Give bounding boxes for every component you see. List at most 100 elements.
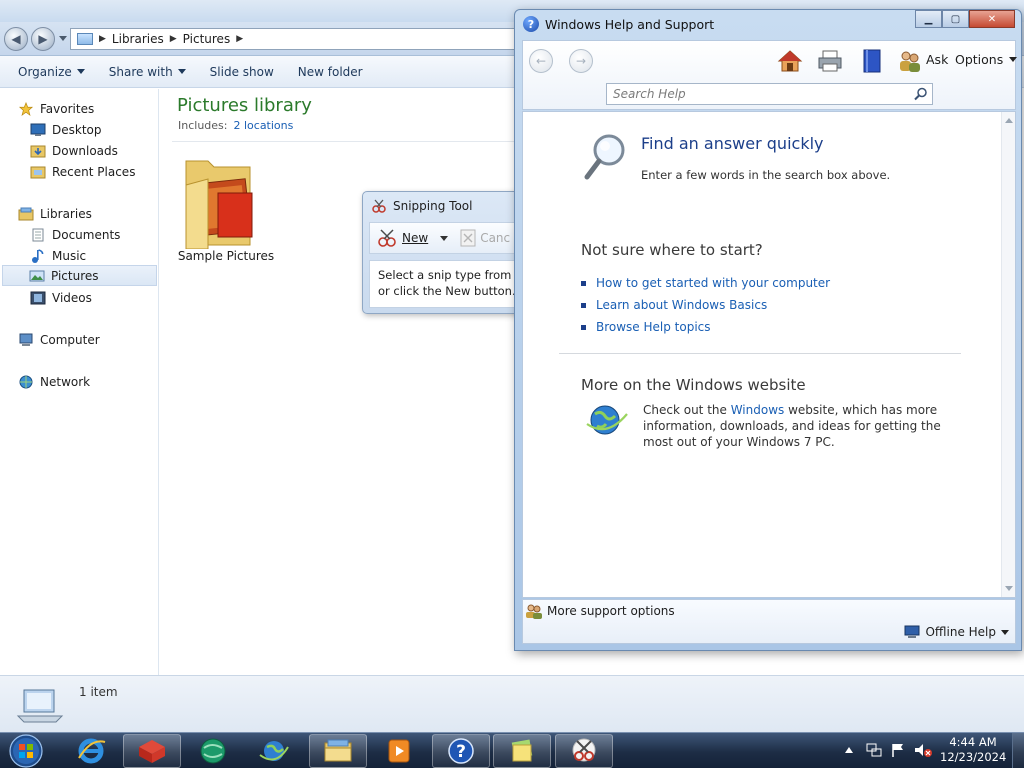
cancel-snip-button[interactable]: Canc [460, 228, 510, 248]
forward-arrow-icon: ▶ [38, 32, 48, 46]
browse-help-book-icon[interactable] [859, 48, 885, 74]
taskbar-network-globe[interactable] [245, 734, 303, 768]
nav-documents[interactable]: Documents [30, 224, 158, 245]
back-button[interactable]: ◀ [4, 27, 28, 51]
minimize-button[interactable]: ▁ [915, 10, 942, 28]
pictures-icon [29, 270, 45, 281]
windows-basics-link[interactable]: Learn about Windows Basics [596, 298, 767, 312]
share-with-label: Share with [108, 64, 173, 79]
nav-libraries[interactable]: Libraries [18, 203, 158, 224]
scroll-down-icon[interactable] [1005, 586, 1013, 591]
start-button[interactable] [6, 733, 46, 768]
cancel-icon [460, 229, 476, 247]
volume-muted-icon[interactable] [914, 742, 932, 758]
divider [559, 353, 961, 354]
caption-buttons: ▁ ▢ ✕ [915, 10, 1015, 28]
item-count: 1 item [79, 685, 118, 699]
list-item[interactable]: Learn about Windows Basics [581, 294, 830, 316]
caret-down-icon [76, 69, 85, 74]
help-titlebar[interactable]: ? Windows Help and Support [523, 16, 714, 32]
system-clock[interactable]: 4:44 AM 12/23/2024 [940, 735, 1006, 765]
website-description: Check out the Windows website, which has… [643, 402, 953, 450]
nav-music[interactable]: Music [30, 245, 158, 266]
share-with-button[interactable]: Share with [101, 60, 194, 84]
forward-button[interactable]: ▶ [31, 27, 55, 51]
vertical-scrollbar[interactable] [1001, 112, 1015, 597]
nav-pictures-label: Pictures [51, 268, 99, 283]
close-button[interactable]: ✕ [969, 10, 1015, 28]
recent-pages-dropdown-icon[interactable] [59, 36, 67, 41]
breadcrumb-libraries[interactable]: Libraries [112, 32, 164, 46]
search-help-input[interactable]: Search Help [606, 83, 933, 105]
offline-help-button[interactable]: Offline Help [904, 625, 1009, 639]
offline-computer-icon [904, 625, 920, 638]
chevron-right-icon[interactable]: ▶ [236, 34, 243, 44]
search-icon[interactable] [914, 87, 928, 101]
chevron-right-icon[interactable]: ▶ [99, 34, 106, 44]
clock-date: 12/23/2024 [940, 750, 1007, 764]
taskbar-sticky-notes[interactable] [493, 734, 551, 768]
nav-videos[interactable]: Videos [30, 287, 158, 308]
breadcrumb-pictures[interactable]: Pictures [183, 32, 231, 46]
snipping-tool-titlebar[interactable]: Snipping Tool [371, 198, 472, 214]
nav-network[interactable]: Network [18, 371, 158, 392]
nav-desktop[interactable]: Desktop [30, 119, 158, 140]
organize-button[interactable]: Organize [10, 60, 93, 84]
action-center-flag-icon[interactable] [890, 742, 906, 758]
taskbar-internet-explorer[interactable] [62, 734, 120, 768]
get-started-link[interactable]: How to get started with your computer [596, 276, 830, 290]
taskbar-windows-explorer[interactable] [309, 734, 367, 768]
folder-label[interactable]: Sample Pictures [174, 249, 278, 263]
taskbar-app-red[interactable] [123, 734, 181, 768]
nav-favorites[interactable]: Favorites [18, 98, 158, 119]
sample-pictures-folder-icon[interactable] [180, 151, 256, 249]
green-globe-app-icon [200, 738, 226, 764]
show-hidden-icons-icon[interactable] [844, 745, 854, 755]
back-arrow-icon: ← [535, 54, 547, 68]
getting-started-links: How to get started with your computer Le… [581, 272, 830, 338]
browse-topics-link[interactable]: Browse Help topics [596, 320, 711, 334]
list-item[interactable]: How to get started with your computer [581, 272, 830, 294]
ask-button[interactable]: Ask [926, 52, 948, 67]
more-website-heading: More on the Windows website [581, 376, 806, 394]
star-icon [18, 101, 34, 116]
chevron-right-icon[interactable]: ▶ [170, 34, 177, 44]
taskbar-help-and-support[interactable]: ? [432, 734, 490, 768]
taskbar-media-player[interactable] [370, 734, 428, 768]
find-answer-heading: Find an answer quickly [641, 134, 824, 153]
search-placeholder: Search Help [613, 87, 686, 101]
slide-show-label: Slide show [209, 64, 274, 79]
new-snip-button[interactable]: New [376, 228, 428, 248]
minimize-icon: ▁ [924, 13, 933, 25]
maximize-button[interactable]: ▢ [942, 10, 969, 28]
network-tray-icon[interactable] [866, 742, 882, 758]
address-bar[interactable]: ▶ Libraries ▶ Pictures ▶ [70, 28, 520, 50]
slide-show-button[interactable]: Slide show [202, 60, 282, 84]
list-item[interactable]: Browse Help topics [581, 316, 830, 338]
show-desktop-button[interactable] [1012, 733, 1024, 768]
help-home-icon[interactable] [777, 48, 803, 74]
nav-downloads[interactable]: Downloads [30, 140, 158, 161]
library-title: Pictures library [177, 95, 312, 116]
snipping-tool-window[interactable]: Snipping Tool New Canc Select a snip typ… [362, 191, 522, 314]
nav-pictures[interactable]: Pictures [2, 265, 157, 286]
snip-mode-dropdown-icon[interactable] [440, 235, 449, 241]
more-support-options-button[interactable]: More support options [525, 603, 675, 619]
print-icon[interactable] [817, 48, 843, 74]
taskbar-green-globe[interactable] [184, 734, 242, 768]
nav-music-label: Music [52, 248, 87, 263]
help-forward-button[interactable]: → [569, 49, 593, 73]
help-back-button[interactable]: ← [529, 49, 553, 73]
locations-link[interactable]: 2 locations [233, 119, 293, 132]
ask-people-icon[interactable] [897, 48, 923, 74]
scroll-up-icon[interactable] [1005, 118, 1013, 123]
snipping-tool-title: Snipping Tool [393, 199, 473, 213]
taskbar-snipping-tool[interactable] [555, 734, 613, 768]
maximize-icon: ▢ [950, 13, 961, 25]
options-button[interactable]: Options [955, 52, 1018, 67]
new-snip-label: New [402, 231, 429, 245]
nav-computer[interactable]: Computer [18, 329, 158, 350]
new-folder-button[interactable]: New folder [290, 60, 371, 84]
windows-website-link[interactable]: Windows [731, 403, 785, 417]
nav-recent-places[interactable]: Recent Places [30, 161, 158, 182]
